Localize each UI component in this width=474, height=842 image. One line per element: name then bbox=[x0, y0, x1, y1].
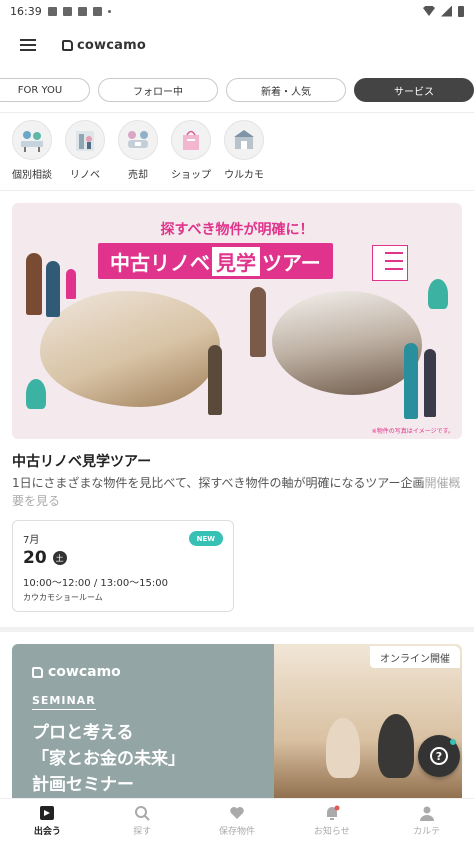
app-bar: cowcamo bbox=[0, 22, 474, 68]
event-date-card[interactable]: 7月 20 土 10:00〜12:00 / 13:00〜15:00 カウカモショ… bbox=[12, 520, 234, 612]
banner-title: 中古リノベ 見学 ツアー bbox=[98, 243, 333, 279]
banner-title-prefix: 中古リノベ bbox=[110, 250, 210, 275]
menu-icon[interactable] bbox=[20, 39, 36, 51]
status-bar: 16:39 bbox=[0, 0, 474, 22]
category-consultation[interactable]: 個別相談 bbox=[12, 120, 52, 181]
event-banner[interactable]: 探すべき物件が明確に！ 中古リノベ 見学 ツアー ※物件の写真はイメージです。 bbox=[12, 203, 462, 439]
nav-discover[interactable]: 出会う bbox=[0, 799, 95, 842]
nav-saved[interactable]: 保存物件 bbox=[190, 799, 285, 842]
search-icon bbox=[135, 805, 150, 821]
category-label: ショップ bbox=[171, 170, 211, 181]
battery-icon bbox=[458, 5, 464, 17]
tab-services[interactable]: サービス bbox=[354, 78, 474, 102]
urukamo-icon bbox=[224, 120, 264, 160]
event-title[interactable]: 中古リノベ見学ツアー bbox=[12, 451, 151, 471]
seminar-brand-logo: cowcamo bbox=[32, 664, 121, 680]
notification-icon bbox=[47, 6, 57, 16]
category-label: 個別相談 bbox=[12, 170, 52, 181]
category-renovation[interactable]: リノベ bbox=[65, 120, 105, 181]
person-illustration bbox=[26, 253, 42, 315]
seminar-photo bbox=[274, 644, 462, 804]
wifi-icon bbox=[423, 6, 435, 16]
help-button[interactable]: ? bbox=[418, 735, 460, 777]
renovation-icon bbox=[65, 120, 105, 160]
brand-name: cowcamo bbox=[77, 37, 147, 53]
tab-new-popular[interactable]: 新着・人気 bbox=[226, 78, 346, 102]
nav-label: 保存物件 bbox=[218, 826, 255, 837]
signal-icon bbox=[441, 5, 452, 17]
nav-label: 出会う bbox=[33, 826, 61, 837]
plant-illustration bbox=[428, 279, 448, 309]
question-icon: ? bbox=[430, 747, 448, 765]
person-icon bbox=[419, 806, 434, 821]
person-photo bbox=[378, 714, 414, 778]
categories-divider bbox=[0, 190, 474, 191]
section-separator bbox=[0, 627, 474, 632]
brand-logo[interactable]: cowcamo bbox=[62, 38, 146, 53]
seminar-title: プロと考える 「家とお金の未来」 計画セミナー bbox=[32, 723, 185, 795]
discover-icon bbox=[40, 805, 55, 820]
plant-illustration bbox=[26, 379, 46, 409]
heart-icon bbox=[230, 806, 244, 819]
banner-headline: 探すべき物件が明確に！ bbox=[160, 222, 314, 238]
tabs-divider bbox=[0, 112, 474, 113]
event-place: カウカモショールーム bbox=[23, 593, 103, 602]
location-icon bbox=[77, 6, 87, 16]
help-notification-dot bbox=[450, 739, 456, 745]
seminar-banner[interactable]: cowcamo SEMINAR プロと考える 「家とお金の未来」 計画セミナー … bbox=[12, 644, 462, 804]
event-time: 10:00〜12:00 / 13:00〜15:00 bbox=[23, 578, 168, 589]
feed-tabs: FOR YOU フォロー中 新着・人気 サービス bbox=[0, 78, 474, 104]
banner-title-highlight: 見学 bbox=[212, 246, 260, 276]
nav-label: カルテ bbox=[413, 826, 441, 837]
event-day: 20 bbox=[23, 548, 47, 568]
more-notifications-icon bbox=[107, 9, 111, 13]
event-description: 1日にさまざまな物件を見比べて、探すべき物件の軸が明確になるツアー企画開催概要を… bbox=[12, 474, 462, 510]
banner-title-suffix: ツアー bbox=[262, 250, 321, 275]
person-illustration bbox=[46, 261, 60, 317]
nav-notifications[interactable]: お知らせ bbox=[284, 799, 379, 842]
online-badge: オンライン開催 bbox=[370, 646, 460, 668]
event-day-row: 20 土 bbox=[23, 548, 223, 568]
image-icon bbox=[62, 6, 72, 16]
logo-mark-icon bbox=[32, 666, 43, 678]
new-badge: NEW bbox=[188, 531, 223, 546]
category-label: ウルカモ bbox=[224, 170, 264, 181]
child-illustration bbox=[66, 269, 76, 299]
person-illustration bbox=[208, 345, 222, 415]
tab-following[interactable]: フォロー中 bbox=[98, 78, 218, 102]
event-description-text: 1日にさまざまな物件を見比べて、探すべき物件の軸が明確になるツアー企画 bbox=[12, 476, 425, 490]
bottom-navigation: 出会う 探す 保存物件 お知らせ カルテ bbox=[0, 798, 474, 842]
consultation-icon bbox=[12, 120, 52, 160]
seminar-brand-name: cowcamo bbox=[48, 664, 121, 680]
category-sale[interactable]: 売却 bbox=[118, 120, 158, 181]
bell-icon bbox=[326, 805, 340, 820]
kitchen-photo bbox=[272, 291, 422, 395]
tab-for-you[interactable]: FOR YOU bbox=[0, 78, 90, 102]
nav-label: 探す bbox=[133, 826, 152, 837]
logo-mark-icon bbox=[62, 39, 73, 51]
nav-search[interactable]: 探す bbox=[95, 799, 190, 842]
banner-disclaimer: ※物件の写真はイメージです。 bbox=[371, 428, 454, 435]
sale-icon bbox=[118, 120, 158, 160]
shop-icon bbox=[171, 120, 211, 160]
checklist-illustration bbox=[372, 245, 408, 281]
wrench-icon bbox=[92, 6, 102, 16]
seminar-label: SEMINAR bbox=[32, 694, 96, 710]
category-label: リノベ bbox=[70, 170, 100, 181]
person-illustration bbox=[424, 349, 436, 417]
service-categories: 個別相談 リノベ 売却 ショップ ウルカモ bbox=[12, 120, 264, 181]
nav-label: お知らせ bbox=[313, 826, 350, 837]
event-weekday: 土 bbox=[52, 551, 67, 565]
category-label: 売却 bbox=[128, 170, 148, 181]
living-room-photo bbox=[40, 291, 220, 407]
person-photo bbox=[326, 718, 360, 778]
nav-profile[interactable]: カルテ bbox=[379, 799, 474, 842]
category-urukamo[interactable]: ウルカモ bbox=[224, 120, 264, 181]
status-time: 16:39 bbox=[10, 4, 42, 18]
person-illustration bbox=[250, 287, 266, 357]
category-shop[interactable]: ショップ bbox=[171, 120, 211, 181]
person-illustration bbox=[404, 343, 418, 419]
